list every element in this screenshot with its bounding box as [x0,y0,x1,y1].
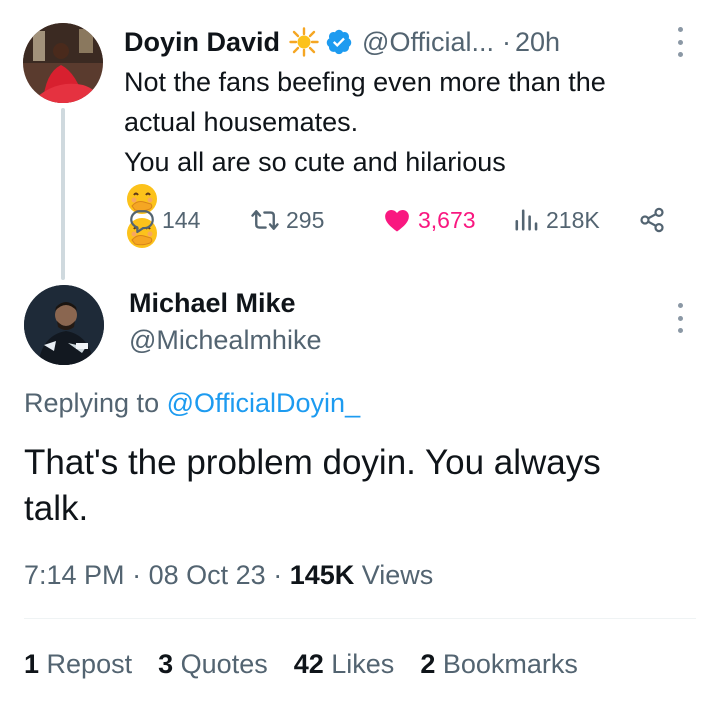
views-total: 145K [289,560,355,590]
stat-bookmarks[interactable]: 2 Bookmarks [420,646,578,682]
like-count: 3,673 [418,206,476,233]
views-button[interactable]: 218K [512,200,600,240]
stat-label: Bookmarks [442,649,578,679]
verified-badge-icon [325,28,353,56]
stat-reposts[interactable]: 1 Repost [24,646,132,682]
tweet-time[interactable]: 20h [515,27,560,58]
reply-icon [130,210,154,234]
tweet-date[interactable]: 08 Oct 23 [149,560,266,590]
thread-connector-line [61,108,65,280]
views-count: 218K [546,206,600,233]
avatar[interactable] [24,285,104,365]
reply-count: 144 [162,206,201,233]
stat-count: 42 [293,649,324,679]
divider [24,618,696,619]
views-chart-icon [515,209,538,231]
author-handle[interactable]: @Official... [362,27,494,58]
author-name[interactable]: Doyin David [124,27,280,58]
avatar-image [23,23,103,103]
replying-to-handle-link[interactable]: @OfficialDoyin_ [167,388,360,418]
author-handle[interactable]: @Michealmhike [129,322,321,358]
separator-dot: · [501,26,511,57]
replying-to-line: Replying to @OfficialDoyin_ [24,385,360,421]
separator-dot: · [132,560,142,590]
avatar-image [24,285,104,365]
reply-tweet-text: That's the problem doyin. You always tal… [24,443,601,528]
stat-label: Likes [331,649,395,679]
more-vertical-icon[interactable] [675,303,685,333]
share-button[interactable] [638,200,666,240]
stat-label: Repost [46,649,133,679]
repost-count: 295 [286,206,325,233]
stat-quotes[interactable]: 3 Quotes [158,646,268,682]
author-name[interactable]: Michael Mike [129,285,296,321]
separator-dot: · [273,560,283,590]
parent-tweet-header: Doyin David @Official... · 20h [124,22,560,62]
tweet-text-line: Not the fans beefing even more than the [124,67,606,97]
avatar[interactable] [23,23,103,103]
tweet-timestamp[interactable]: 7:14 PM [24,560,125,590]
tweet-text-line: You all are so cute and hilarious [124,147,506,177]
stat-label: Quotes [180,649,268,679]
share-icon [640,207,664,233]
views-label: Views [361,560,434,590]
tweet-actions-bar: 144 295 3,673 218K [128,200,688,240]
stat-likes[interactable]: 42 Likes [294,646,395,682]
engagement-stats: 1 Repost 3 Quotes 42 Likes 2 Bookmarks [24,646,604,682]
tweet-meta: 7:14 PM · 08 Oct 23 · 145K Views [24,557,433,593]
repost-icon [251,210,279,230]
heart-icon [385,210,409,232]
tweet-text-line: actual housemates. [124,107,359,137]
repost-button[interactable]: 295 [250,200,324,240]
stat-count: 3 [158,649,174,679]
like-button[interactable]: 3,673 [382,200,476,240]
stat-count: 1 [24,649,40,679]
sparkle-sun-icon [289,27,319,57]
stat-count: 2 [420,649,436,679]
replying-to-label: Replying to [24,388,160,418]
more-vertical-icon[interactable] [675,27,685,57]
reply-button[interactable]: 144 [128,200,200,240]
